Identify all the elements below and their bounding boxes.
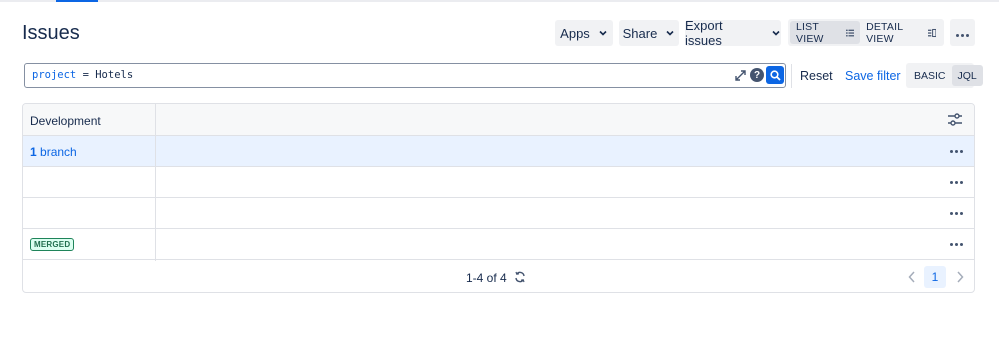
jql-keyword: project xyxy=(32,69,77,81)
table-row[interactable] xyxy=(23,198,974,229)
branch-count: 1 xyxy=(30,145,37,159)
jql-search-input[interactable]: project = Hotels ? xyxy=(24,63,786,88)
apps-button[interactable]: Apps xyxy=(555,20,613,46)
chevron-right-icon xyxy=(957,271,964,283)
table-row[interactable]: 1 branch xyxy=(23,136,974,167)
results-count: 1-4 of 4 xyxy=(466,271,507,285)
chevron-down-icon xyxy=(599,30,607,36)
branch-label: branch xyxy=(36,145,77,159)
table-header: Development xyxy=(23,104,974,136)
chevron-down-icon xyxy=(666,30,674,36)
jql-query-rest: = Hotels xyxy=(76,69,134,81)
column-divider xyxy=(155,104,156,261)
help-icon[interactable]: ? xyxy=(750,68,764,82)
column-settings-icon[interactable] xyxy=(947,112,963,128)
view-toggle-group: LIST VIEW DETAIL VIEW xyxy=(788,19,944,46)
jql-mode-button[interactable]: JQL xyxy=(951,65,983,86)
refresh-icon[interactable] xyxy=(514,271,526,283)
merged-status-badge: MERGED xyxy=(30,238,75,251)
share-button[interactable]: Share xyxy=(619,20,679,46)
export-issues-button[interactable]: Export issues xyxy=(685,18,781,48)
basic-mode-button[interactable]: BASIC xyxy=(908,65,952,86)
row-actions-icon[interactable] xyxy=(947,176,965,188)
list-icon xyxy=(845,29,855,36)
save-filter-button[interactable]: Save filter xyxy=(845,69,901,83)
search-icon xyxy=(769,69,781,81)
reset-button[interactable]: Reset xyxy=(800,69,833,83)
active-tab-indicator xyxy=(56,0,98,2)
search-button[interactable] xyxy=(766,66,784,84)
previous-page-button[interactable] xyxy=(905,269,919,285)
search-mode-toggle: BASIC JQL xyxy=(906,63,983,88)
table-row[interactable] xyxy=(23,167,974,198)
row-actions-icon[interactable] xyxy=(947,238,965,250)
list-view-label: LIST VIEW xyxy=(796,20,824,45)
more-icon xyxy=(955,24,970,42)
apps-button-label: Apps xyxy=(560,25,590,41)
table-row[interactable]: MERGED xyxy=(23,229,974,260)
search-divider xyxy=(791,64,792,88)
top-nav-underline xyxy=(0,0,999,2)
expand-icon[interactable] xyxy=(735,70,746,81)
row-actions-icon[interactable] xyxy=(947,145,965,157)
chevron-left-icon xyxy=(908,271,915,283)
table-footer: 1-4 of 4 1 xyxy=(23,261,974,292)
more-actions-button[interactable] xyxy=(950,19,975,46)
detail-view-icon xyxy=(927,28,936,37)
row-actions-icon[interactable] xyxy=(947,207,965,219)
chevron-down-icon xyxy=(772,30,780,36)
share-button-label: Share xyxy=(622,25,658,41)
list-view-button[interactable]: LIST VIEW xyxy=(790,20,861,45)
export-issues-label: Export issues xyxy=(685,18,723,48)
development-cell[interactable]: 1 branch xyxy=(30,145,77,159)
detail-view-button[interactable]: DETAIL VIEW xyxy=(860,20,942,45)
issues-table: Development 1 branch MERGED 1-4 of 4 1 xyxy=(22,103,975,293)
page-1-button[interactable]: 1 xyxy=(924,266,946,288)
page-title: Issues xyxy=(22,22,80,44)
detail-view-label: DETAIL VIEW xyxy=(866,20,903,45)
jql-query-text: project = Hotels xyxy=(32,69,133,81)
column-header-development[interactable]: Development xyxy=(30,114,101,128)
next-page-button[interactable] xyxy=(953,269,967,285)
